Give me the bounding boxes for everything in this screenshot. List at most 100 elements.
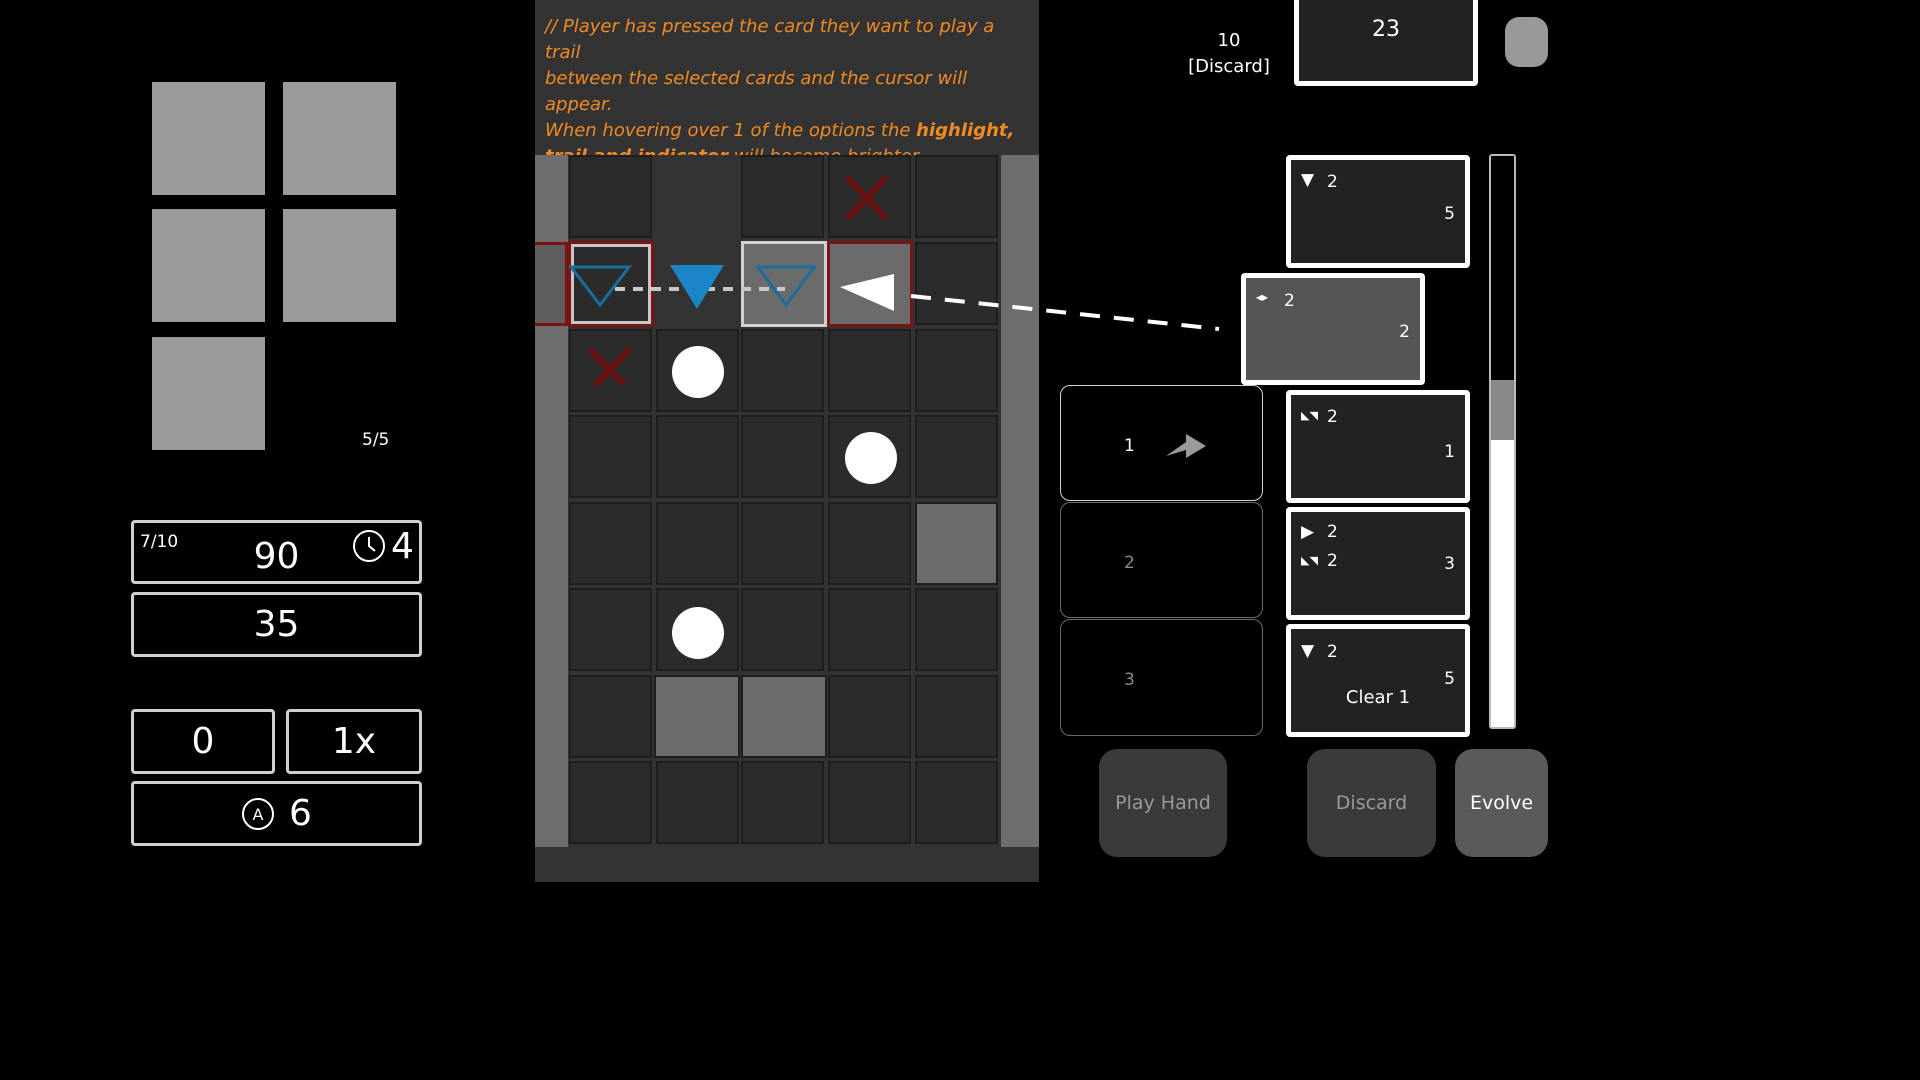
board-cell[interactable] xyxy=(828,588,911,671)
hand-slot-2[interactable] xyxy=(283,82,396,195)
board-cell[interactable] xyxy=(828,761,911,844)
card-value: 2 xyxy=(1327,522,1338,542)
board-cell-light[interactable] xyxy=(741,675,827,758)
board-cell[interactable] xyxy=(569,761,652,844)
draw-pile[interactable]: 23 xyxy=(1294,0,1478,86)
board-cell[interactable] xyxy=(828,675,911,758)
outlined-down-triangle-icon xyxy=(755,265,817,308)
hand-slot-3[interactable] xyxy=(152,209,265,322)
option-2[interactable]: 2 xyxy=(1060,502,1263,618)
hand-scrollbar[interactable] xyxy=(1489,154,1516,729)
designer-note: // Player has pressed the card they want… xyxy=(545,14,1025,170)
board-cell[interactable] xyxy=(741,415,824,498)
card-cost: 1 xyxy=(1444,442,1455,462)
note-line-2: between the selected cards and the curso… xyxy=(545,68,968,115)
down-arrow-icon: ▼ xyxy=(1301,170,1315,190)
clock-icon xyxy=(352,529,386,567)
menu-button[interactable] xyxy=(1505,17,1548,67)
actions-value: 6 xyxy=(289,792,312,834)
scrollbar-track-dark xyxy=(1491,156,1514,380)
board-cell[interactable] xyxy=(741,761,824,844)
board-cell[interactable] xyxy=(656,502,739,585)
target-panel: 35 xyxy=(131,592,422,657)
hand-counter: 5/5 xyxy=(362,430,390,450)
white-orb-piece xyxy=(672,607,724,659)
board-cell-light[interactable] xyxy=(915,502,998,585)
hand-slot-5[interactable] xyxy=(152,337,265,450)
white-orb-piece xyxy=(845,432,897,484)
score-panel: 7/10 90 4 xyxy=(131,520,422,584)
board-cell[interactable] xyxy=(741,588,824,671)
card-5[interactable]: ▼ 2 5 Clear 1 xyxy=(1286,624,1470,737)
discard-pile[interactable]: 10 [Discard] xyxy=(1170,28,1288,80)
card-value: 2 xyxy=(1327,172,1338,192)
svg-text:A: A xyxy=(253,805,264,824)
down-arrow-icon: ▼ xyxy=(1301,641,1315,661)
discard-button[interactable]: Discard xyxy=(1307,749,1436,857)
board-cell[interactable] xyxy=(741,502,824,585)
card-value: 2 xyxy=(1327,642,1338,662)
board-cell[interactable] xyxy=(915,588,998,671)
diagonal-arrows-icon: ◣◥ xyxy=(1301,409,1318,422)
right-arrow-icon xyxy=(1166,434,1206,458)
board-overlay xyxy=(567,176,894,385)
cursor-arrow-icon xyxy=(840,274,894,311)
board-cell[interactable] xyxy=(656,415,739,498)
card-value-2: 2 xyxy=(1327,551,1338,571)
blocked-x-icon xyxy=(589,348,631,385)
board-cell[interactable] xyxy=(915,675,998,758)
card-effect: Clear 1 xyxy=(1345,687,1411,708)
scrollbar-thumb[interactable] xyxy=(1491,380,1514,440)
multiplier-value: 1x xyxy=(331,720,377,762)
card-cost: 2 xyxy=(1399,322,1410,342)
horizontal-arrows-icon: ◂▸ xyxy=(1256,290,1269,304)
card-4[interactable]: ▶ 2 ◣◥ 2 3 xyxy=(1286,507,1470,620)
multiplier-panel: 1x xyxy=(286,709,422,774)
note-line-3-bold: highlight, xyxy=(916,120,1015,141)
card-value: 2 xyxy=(1284,291,1295,311)
draw-pile-count: 23 xyxy=(1372,17,1400,42)
card-3[interactable]: ◣◥ 2 1 xyxy=(1286,390,1470,503)
target-value: 35 xyxy=(253,603,300,645)
chips-value: 0 xyxy=(191,720,215,762)
play-hand-button[interactable]: Play Hand xyxy=(1099,749,1227,857)
discard-count: 10 xyxy=(1217,30,1241,51)
outlined-down-triangle-icon xyxy=(567,265,633,308)
note-line-3-text: When hovering over 1 of the options the xyxy=(545,120,917,141)
card-trail xyxy=(910,294,1220,331)
option-1[interactable]: 1 xyxy=(1060,385,1263,501)
board-cell[interactable] xyxy=(569,415,652,498)
board-cell[interactable] xyxy=(656,761,739,844)
board-cell[interactable] xyxy=(569,675,652,758)
note-line-1: // Player has pressed the card they want… xyxy=(545,16,995,63)
board-cell[interactable] xyxy=(915,761,998,844)
option-label: 2 xyxy=(1124,553,1135,573)
board-cell[interactable] xyxy=(569,502,652,585)
diagonal-arrows-icon: ◣◥ xyxy=(1301,554,1318,567)
card-1[interactable]: ▼ 2 5 xyxy=(1286,155,1470,268)
option-label: 3 xyxy=(1124,670,1135,690)
hand-slot-4[interactable] xyxy=(283,209,396,322)
blocked-x-icon xyxy=(846,176,888,220)
board-cell[interactable] xyxy=(569,588,652,671)
option-label: 1 xyxy=(1124,436,1135,456)
turn-counter: 7/10 xyxy=(140,532,179,552)
board-cell[interactable] xyxy=(915,415,998,498)
card-cost: 5 xyxy=(1444,669,1455,689)
board-cell-light[interactable] xyxy=(654,675,740,758)
hand-slot-1[interactable] xyxy=(152,82,265,195)
card-2-selected[interactable]: ◂▸ 2 2 xyxy=(1241,273,1425,385)
card-cost: 5 xyxy=(1444,204,1455,224)
right-arrow-icon: ▶ xyxy=(1301,522,1315,542)
chips-panel: 0 xyxy=(131,709,275,774)
actions-panel: A 6 xyxy=(131,781,422,846)
discard-label: [Discard] xyxy=(1188,56,1270,77)
evolve-button[interactable]: Evolve xyxy=(1455,749,1548,857)
option-3[interactable]: 3 xyxy=(1060,619,1263,736)
note-line-3: When hovering over 1 of the options the … xyxy=(545,118,1025,144)
score-value: 90 xyxy=(253,536,300,577)
card-cost: 3 xyxy=(1444,554,1455,574)
board-cell[interactable] xyxy=(828,502,911,585)
a-button-icon: A xyxy=(241,797,275,831)
card-value: 2 xyxy=(1327,407,1338,427)
